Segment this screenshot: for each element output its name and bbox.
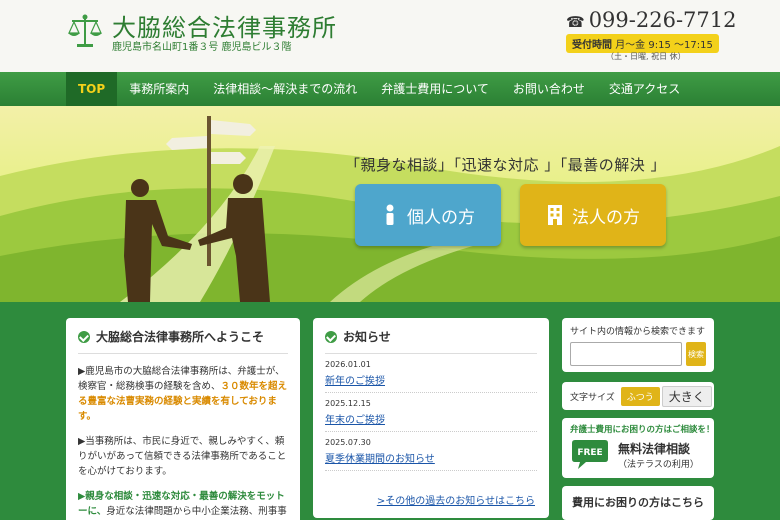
- welcome-paragraph-3: ▶親身な相談・迅速な対応・最善の解決をモットーに、身近な法律問題から中小企業法務…: [78, 489, 288, 520]
- free-consultation-row: FREE 無料法律相談 （法テラスの利用）: [570, 439, 706, 471]
- news-date: 2026.01.01: [325, 360, 371, 369]
- free-consultation-caption: 弁護士費用にお困りの方はご相談を！: [570, 425, 715, 435]
- nav-item-contact[interactable]: お問い合わせ: [501, 72, 597, 106]
- nav-item-office[interactable]: 事務所案内: [117, 72, 201, 106]
- nav-item-flow[interactable]: 法律相談～解決までの流れ: [201, 72, 369, 106]
- news-more-link[interactable]: >その他の過去のお知らせはこちら: [377, 492, 535, 507]
- building-icon: [548, 205, 562, 225]
- search-button[interactable]: 検索: [686, 342, 706, 366]
- corporate-client-button[interactable]: 法人の方: [520, 184, 666, 246]
- welcome-title-text: 大脇総合法律事務所へようこそ: [96, 330, 265, 344]
- welcome-paragraph-1: ▶鹿児島市の大脇総合法律事務所は、弁護士が、検察官・総務検事の経験を含め、３０数…: [78, 364, 288, 424]
- news-item: 2025.07.30 夏季休業期間のお知らせ: [325, 432, 537, 471]
- phone-text: 099-226-7712: [588, 8, 737, 32]
- font-size-large-button[interactable]: 大きく: [661, 385, 712, 407]
- news-item: 2026.01.01 新年のご挨拶: [325, 354, 537, 393]
- welcome-paragraph-2: ▶当事務所は、市民に身近で、親しみやすく、頼りがいがあって信頼できる法律事務所で…: [78, 436, 287, 477]
- hours-value: 月～金 9:15 ～17:15: [615, 40, 713, 51]
- search-input[interactable]: [570, 342, 682, 366]
- news-title-text: お知らせ: [343, 330, 391, 344]
- closed-days: （土・日曜, 祝日 休）: [606, 52, 686, 61]
- site-address: 鹿児島市名山町1番３号 鹿児島ビル３階: [112, 42, 292, 53]
- news-item: 2025.12.15 年末のご挨拶: [325, 393, 537, 432]
- font-size-label: 文字サイズ: [570, 392, 615, 403]
- font-size-control: 文字サイズ ふつう 大きく: [562, 382, 714, 410]
- welcome-p3-text: 身近な法律問題から中小企業法務、刑事事件まで幅広く対応しておりますので、お気: [106, 506, 287, 517]
- free-speech-bubble-icon: FREE: [572, 440, 608, 469]
- hours-label: 受付時間: [572, 40, 612, 51]
- font-size-normal-button[interactable]: ふつう: [620, 386, 660, 406]
- site-header: 大脇総合法律事務所 鹿児島市名山町1番３号 鹿児島ビル３階 ☎ 099-226-7…: [0, 0, 780, 72]
- search-label: サイト内の情報から検索できます: [570, 327, 706, 337]
- check-circle-icon: [78, 330, 90, 343]
- nav-item-fees[interactable]: 弁護士費用について: [369, 72, 501, 106]
- free-consultation-banner[interactable]: 弁護士費用にお困りの方はご相談を！ FREE 無料法律相談 （法テラスの利用）: [562, 418, 715, 478]
- corporate-client-label: 法人の方: [572, 207, 640, 228]
- news-link[interactable]: 新年のご挨拶: [325, 372, 537, 387]
- person-icon: [386, 204, 394, 225]
- personal-client-label: 個人の方: [407, 207, 475, 228]
- phone-icon: ☎: [566, 13, 585, 31]
- news-title: お知らせ: [325, 328, 537, 354]
- hero-banner: 「親身な相談」「迅速な対応 」「最善の解決 」 個人の方 法人の方: [0, 106, 780, 302]
- phone-number[interactable]: ☎ 099-226-7712: [566, 8, 737, 32]
- main-nav: TOP 事務所案内 法律相談～解決までの流れ 弁護士費用について お問い合わせ …: [0, 72, 780, 106]
- scales-of-justice-icon: [68, 14, 102, 47]
- free-consultation-main: 無料法律相談: [618, 442, 691, 456]
- news-link[interactable]: 年末のご挨拶: [325, 411, 537, 426]
- news-date: 2025.12.15: [325, 399, 371, 408]
- nav-item-access[interactable]: 交通アクセス: [597, 72, 692, 106]
- welcome-title: 大脇総合法律事務所へようこそ: [78, 328, 288, 354]
- free-consultation-sub: （法テラスの利用）: [618, 460, 699, 470]
- personal-client-button[interactable]: 個人の方: [355, 184, 501, 246]
- check-circle-icon: [325, 330, 337, 343]
- search-row: 検索: [570, 342, 706, 366]
- welcome-panel: 大脇総合法律事務所へようこそ ▶鹿児島市の大脇総合法律事務所は、弁護士が、検察官…: [66, 318, 300, 520]
- news-panel: お知らせ 2026.01.01 新年のご挨拶 2025.12.15 年末のご挨拶…: [313, 318, 549, 518]
- hero-tagline: 「親身な相談」「迅速な対応 」「最善の解決 」: [345, 156, 667, 174]
- news-date: 2025.07.30: [325, 438, 371, 447]
- free-badge-text: FREE: [577, 448, 602, 458]
- news-link[interactable]: 夏季休業期間のお知らせ: [325, 450, 537, 465]
- nav-item-top[interactable]: TOP: [66, 72, 118, 106]
- free-consultation-text: 無料法律相談 （法テラスの利用）: [618, 440, 699, 470]
- fee-help-link[interactable]: 費用にお困りの方はこちら: [562, 486, 714, 520]
- site-search: サイト内の情報から検索できます 検索: [562, 318, 714, 372]
